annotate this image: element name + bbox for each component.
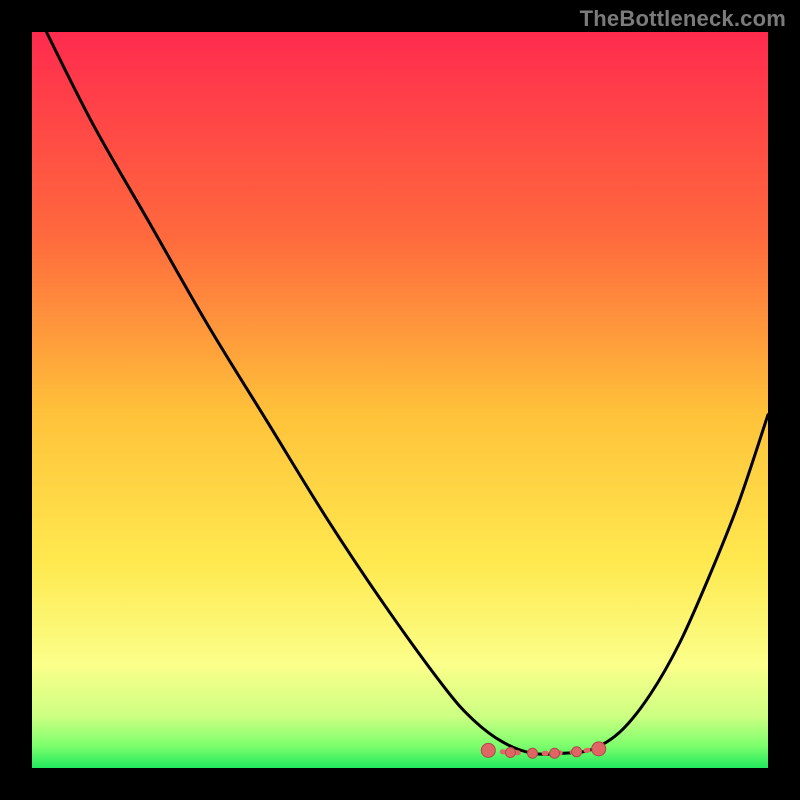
marker-dot [592,742,606,756]
plot-area [32,32,768,768]
watermark-text: TheBottleneck.com [580,6,786,32]
marker-dot [550,748,560,758]
marker-dot [527,748,537,758]
optimal-range-markers [481,742,605,758]
curve-layer [32,32,768,768]
marker-dot [481,743,495,757]
bottleneck-curve-path [32,32,768,754]
bottleneck-curve [32,32,768,754]
chart-container: TheBottleneck.com [0,0,800,800]
marker-dot [572,747,582,757]
marker-dot [505,748,515,758]
